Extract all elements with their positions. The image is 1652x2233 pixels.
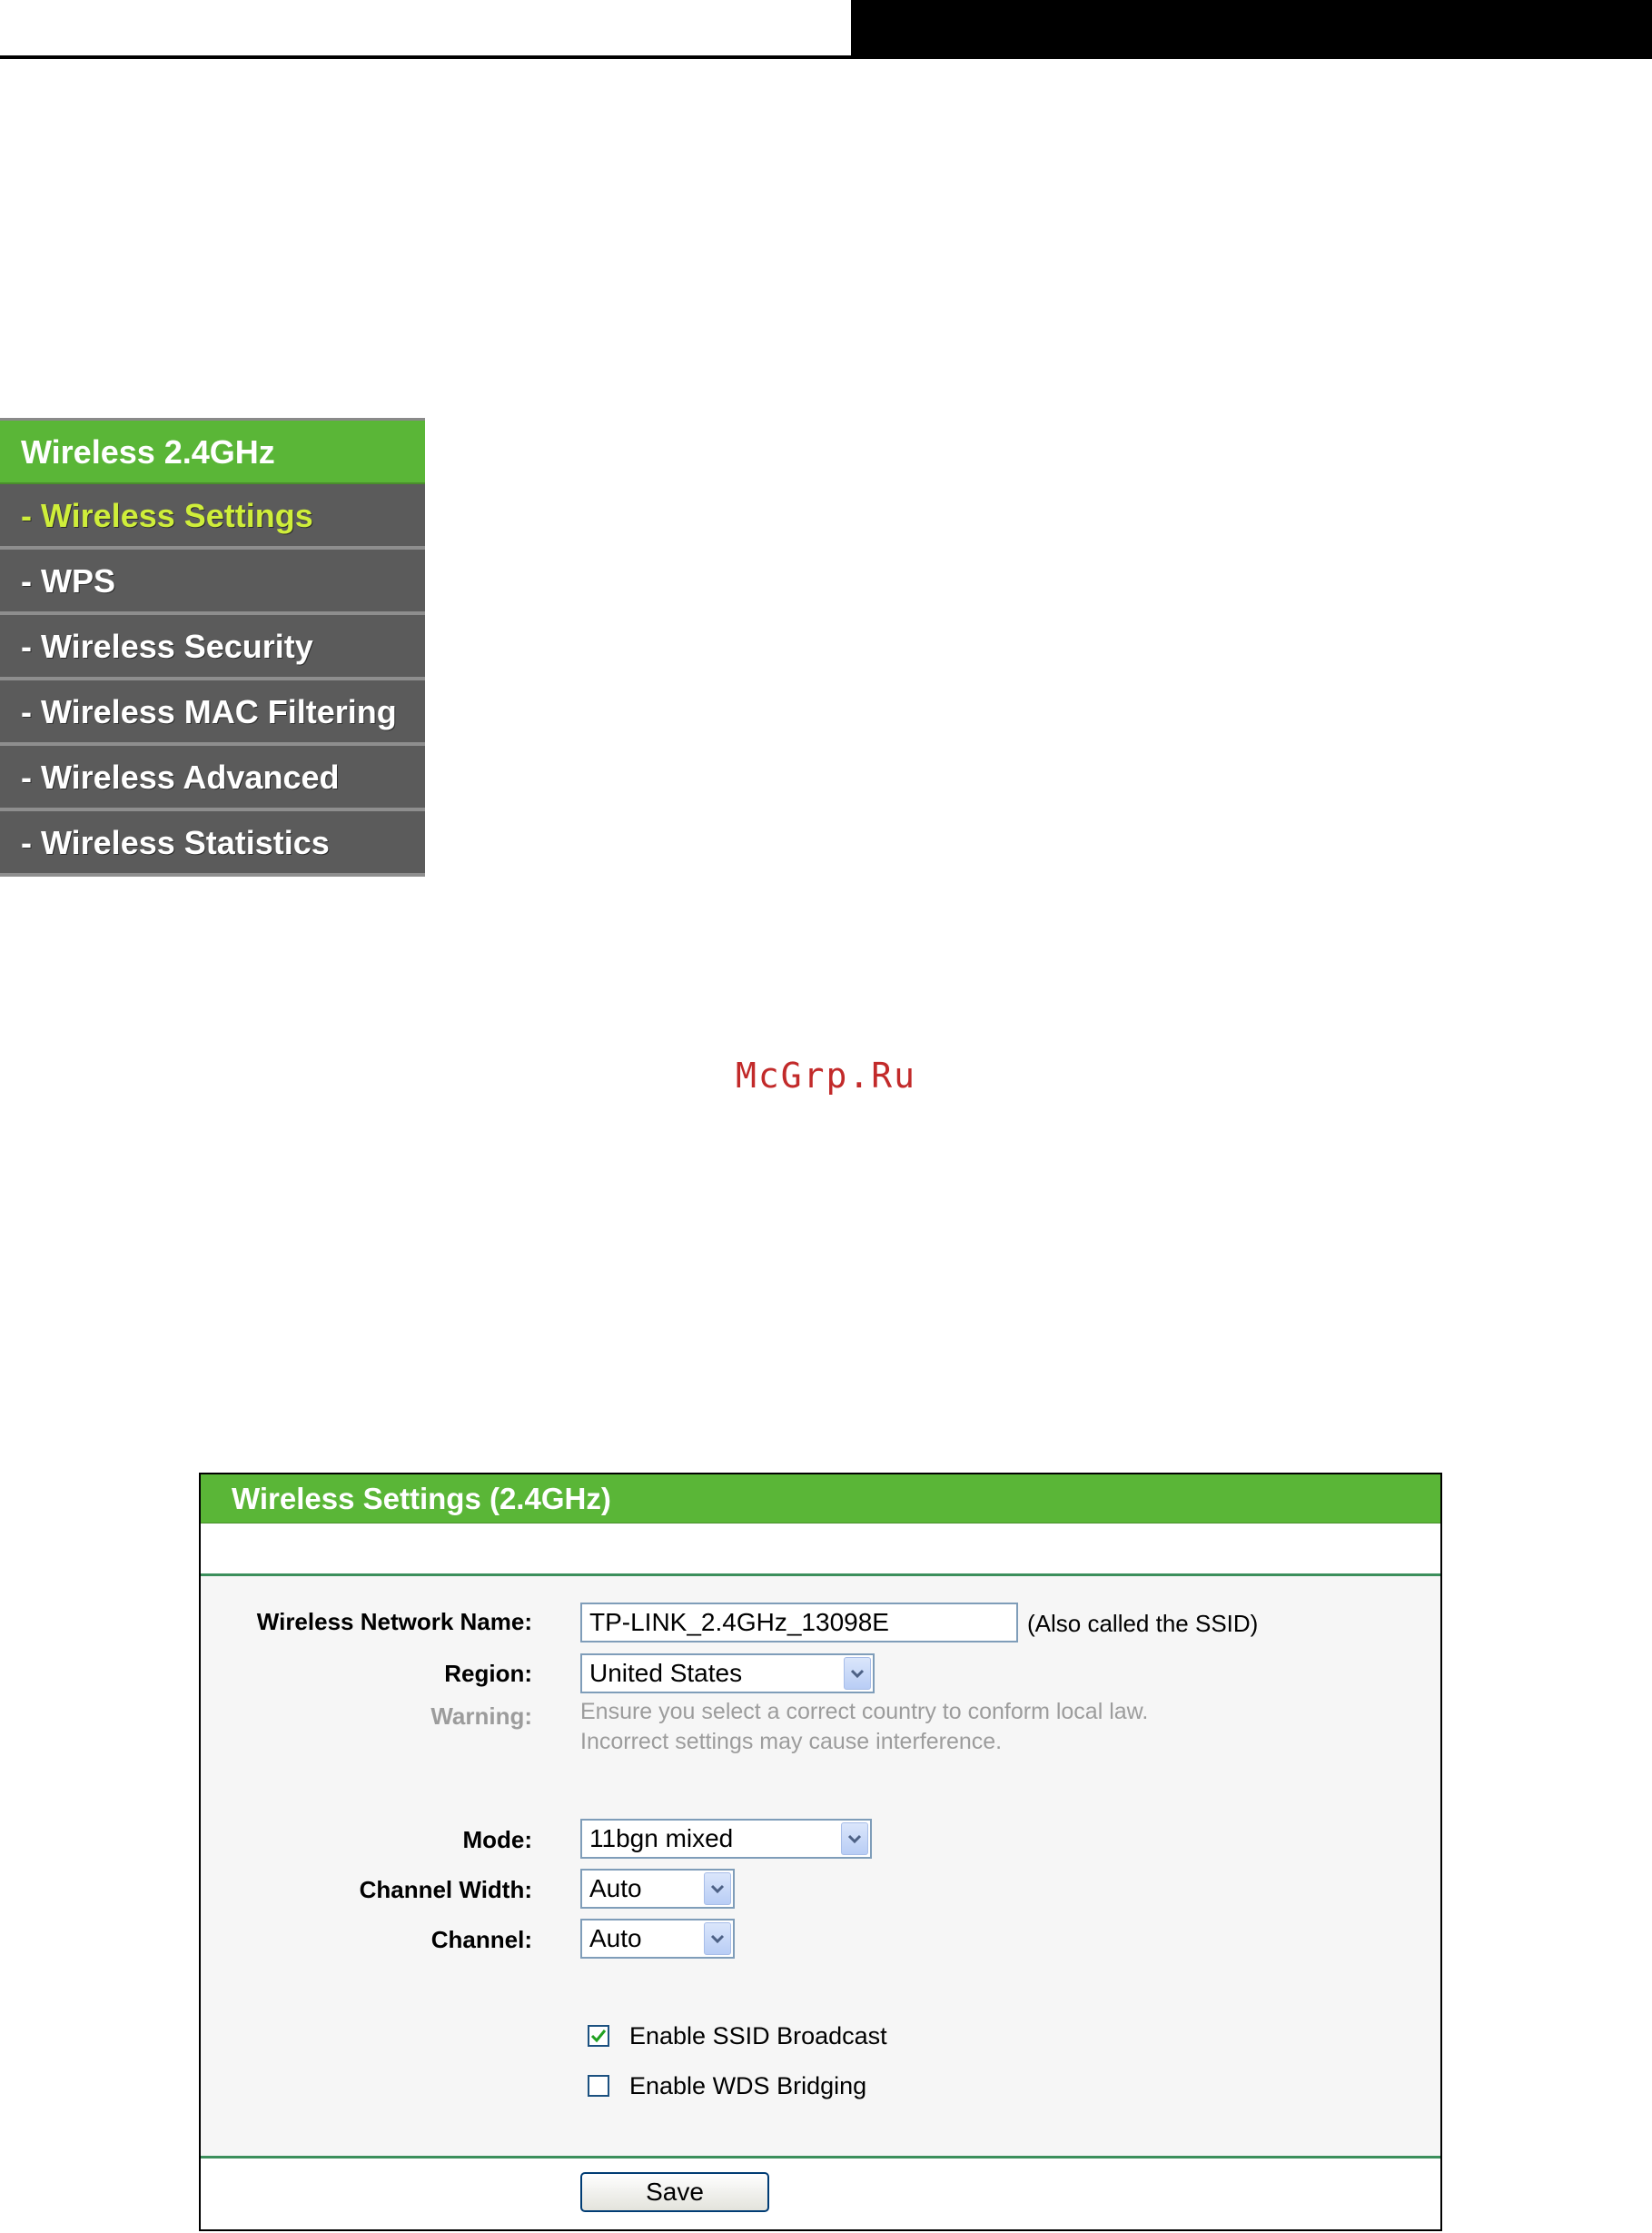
ssid-broadcast-option[interactable]: Enable SSID Broadcast — [588, 2020, 887, 2051]
ssid-note: (Also called the SSID) — [1027, 1610, 1259, 1637]
chevron-down-icon — [704, 1922, 731, 1955]
channel-value: Auto — [589, 1924, 642, 1952]
channel-width-label: Channel Width: — [359, 1876, 532, 1903]
watermark: McGrp.Ru — [735, 1056, 917, 1096]
save-button[interactable]: Save — [580, 2172, 769, 2212]
warning-label: Warning: — [430, 1702, 532, 1730]
menu-item-wireless-mac-filtering[interactable]: - Wireless MAC Filtering — [0, 680, 425, 746]
chevron-down-icon — [841, 1822, 868, 1855]
panel-body: Wireless Network Name: (Also called the … — [201, 1577, 1440, 2131]
mode-label: Mode: — [462, 1826, 532, 1853]
wds-bridging-option[interactable]: Enable WDS Bridging — [588, 2070, 866, 2101]
wireless-menu: Wireless 2.4GHz - Wireless Settings - WP… — [0, 418, 425, 877]
mode-select[interactable]: 11bgn mixed — [580, 1819, 872, 1859]
menu-title: Wireless 2.4GHz — [0, 421, 425, 484]
channel-label: Channel: — [430, 1926, 532, 1953]
divider-top — [201, 1573, 1440, 1576]
checkmark-icon — [590, 2030, 607, 2043]
ssid-broadcast-checkbox[interactable] — [588, 2025, 609, 2047]
menu-item-wireless-security[interactable]: - Wireless Security — [0, 615, 425, 680]
panel-footer: Save — [201, 2159, 1440, 2229]
channel-width-value: Auto — [589, 1874, 642, 1902]
region-label: Region: — [444, 1660, 532, 1687]
wds-bridging-label: Enable WDS Bridging — [629, 2071, 867, 2099]
channel-select[interactable]: Auto — [580, 1919, 735, 1959]
network-name-label: Wireless Network Name: — [256, 1608, 532, 1635]
warning-line-2: Incorrect settings may cause interferenc… — [580, 1729, 1003, 1754]
mode-value: 11bgn mixed — [589, 1824, 734, 1852]
panel-spacer — [201, 1523, 1440, 1573]
menu-item-wireless-statistics[interactable]: - Wireless Statistics — [0, 811, 425, 877]
region-select[interactable]: United States — [580, 1653, 875, 1693]
wireless-settings-panel: Wireless Settings (2.4GHz) Wireless Netw… — [199, 1473, 1442, 2231]
warning-line-1: Ensure you select a correct country to c… — [580, 1699, 1149, 1724]
wds-bridging-checkbox[interactable] — [588, 2075, 609, 2097]
menu-item-wireless-advanced[interactable]: - Wireless Advanced — [0, 746, 425, 811]
network-name-input[interactable] — [580, 1603, 1018, 1642]
chevron-down-icon — [844, 1657, 871, 1690]
chevron-down-icon — [704, 1872, 731, 1905]
panel-title: Wireless Settings (2.4GHz) — [201, 1474, 1440, 1523]
ssid-broadcast-label: Enable SSID Broadcast — [629, 2021, 887, 2049]
header-rule — [0, 55, 1652, 59]
channel-width-select[interactable]: Auto — [580, 1869, 735, 1909]
header-black-block — [851, 0, 1652, 57]
menu-item-wireless-settings[interactable]: - Wireless Settings — [0, 484, 425, 550]
menu-item-wps[interactable]: - WPS — [0, 550, 425, 615]
region-value: United States — [589, 1659, 743, 1687]
